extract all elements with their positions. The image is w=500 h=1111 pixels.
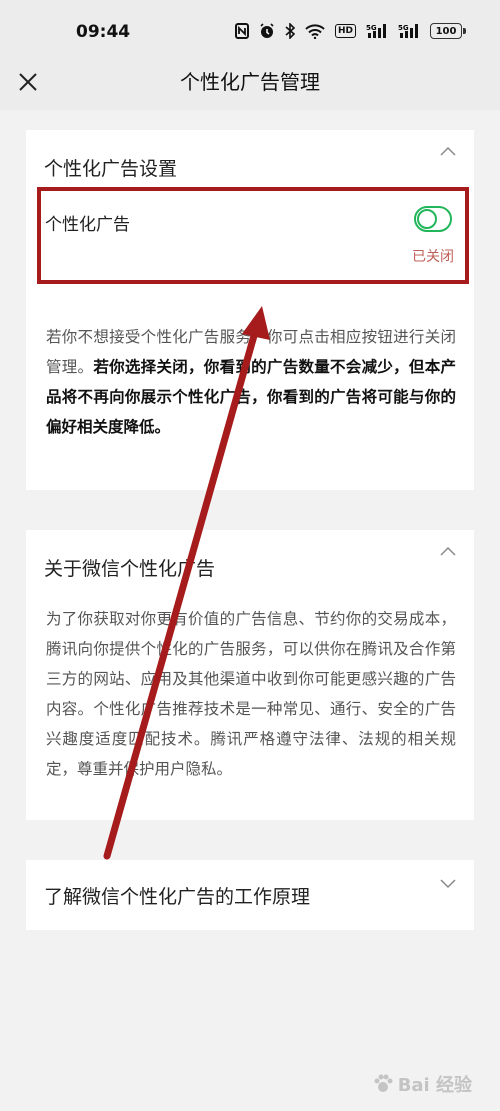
about-title: 关于微信个性化广告 (44, 558, 216, 580)
status-icons: HD 5G 5G 100 (234, 20, 466, 42)
personalized-ad-label: 个性化广告 (45, 215, 130, 235)
chevron-up-icon[interactable] (438, 144, 458, 158)
watermark-text: Bai 经验 (397, 1075, 472, 1096)
page-title: 个性化广告管理 (180, 70, 320, 94)
wifi-icon (305, 23, 325, 39)
nfc-icon (234, 23, 249, 39)
personalized-ad-toggle[interactable] (414, 206, 452, 232)
ad-settings-title: 个性化广告设置 (44, 158, 178, 180)
status-bar: 09:44 HD 5G 5G 100 (0, 0, 500, 62)
alarm-icon (259, 23, 275, 39)
chevron-up-icon[interactable] (438, 544, 458, 558)
how-it-works-title: 了解微信个性化广告的工作原理 (44, 886, 311, 908)
chevron-down-icon[interactable] (438, 876, 458, 890)
how-it-works-card[interactable]: 了解微信个性化广告的工作原理 (26, 860, 474, 930)
baidu-watermark: Bai 经验 (372, 1071, 472, 1097)
signal-icon-2: 5G (398, 23, 420, 39)
svg-text:5G: 5G (398, 24, 409, 32)
battery-indicator: 100 (430, 23, 466, 39)
description-bold-text: 若你选择关闭，你看到的广告数量不会减少，但本产品将不再向你展示个性化广告，你看到… (46, 358, 456, 436)
personalized-ad-setting-row: 个性化广告 已关闭 (40, 190, 460, 286)
toggle-knob (417, 209, 437, 229)
ad-settings-card: 个性化广告设置 个性化广告 已关闭 若你不想接受个性化广告服务，你可点击相应按钮… (26, 130, 474, 490)
status-time: 09:44 (76, 22, 131, 42)
toggle-status-text: 已关闭 (412, 249, 454, 265)
bluetooth-icon (285, 23, 295, 39)
svg-text:5G: 5G (366, 24, 377, 32)
about-body-text: 为了你获取对你更有价值的广告信息、节约你的交易成本，腾讯向你提供个性化的广告服务… (46, 610, 456, 778)
ad-settings-description: 若你不想接受个性化广告服务，你可点击相应按钮进行关闭管理。若你选择关闭，你看到的… (46, 322, 456, 442)
signal-icon: 5G (366, 23, 388, 39)
about-card: 关于微信个性化广告 为了你获取对你更有价值的广告信息、节约你的交易成本，腾讯向你… (26, 530, 474, 820)
hd-badge: HD (334, 24, 356, 38)
nav-bar: 个性化广告管理 (0, 62, 500, 110)
paw-logo-icon (374, 1074, 393, 1092)
